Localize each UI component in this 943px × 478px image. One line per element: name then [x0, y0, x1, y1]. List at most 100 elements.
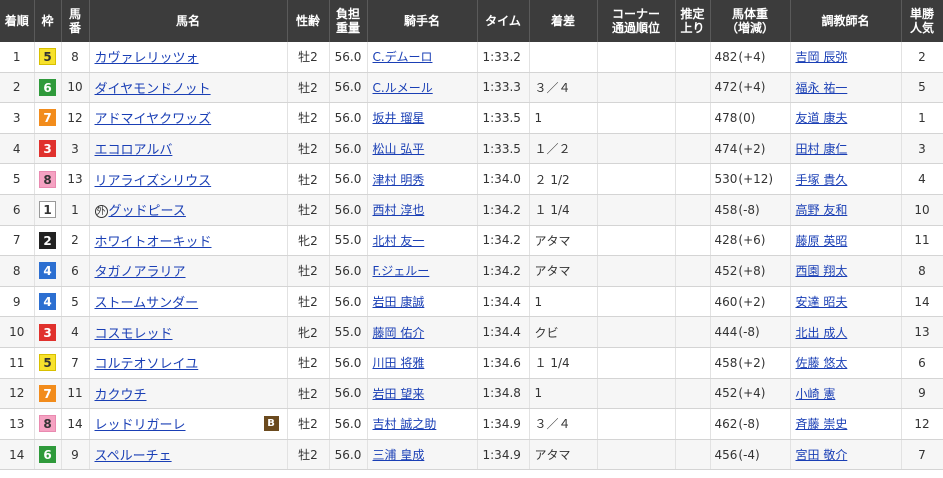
trainer-link[interactable]: 小崎 憲 — [796, 387, 836, 401]
jockey-link[interactable]: 藤岡 佑介 — [373, 326, 425, 340]
jockey-cell: C.ルメール — [367, 72, 478, 104]
horse-name-link[interactable]: ダイヤモンドノット — [95, 82, 211, 97]
jockey-cell: 藤岡 佑介 — [367, 316, 478, 348]
jockey-link[interactable]: C.デムーロ — [373, 50, 433, 64]
horse-name-link[interactable]: アドマイヤクワッズ — [95, 112, 212, 127]
trainer-link[interactable]: 北出 成人 — [796, 326, 848, 340]
weight-cell: 56.0 — [329, 194, 368, 226]
rank-cell: 2 — [0, 72, 35, 104]
trainer-link[interactable]: 藤原 英昭 — [796, 234, 848, 248]
horse-name-link[interactable]: エコロアルバ — [95, 143, 173, 158]
header-horse-name: 馬名 — [89, 0, 288, 42]
umaban-cell: 14 — [61, 408, 90, 440]
body-weight-cell: 444 (-8) — [710, 316, 791, 348]
horse-name-link[interactable]: タガノアラリア — [95, 265, 186, 280]
margin-cell: クビ — [529, 316, 598, 348]
trainer-link[interactable]: 福永 祐一 — [796, 81, 848, 95]
header-corner: コーナー 通過順位 — [597, 0, 676, 42]
waku-cell: 2 — [34, 225, 62, 257]
trainer-link[interactable]: 高野 友和 — [796, 203, 848, 217]
jockey-link[interactable]: F.ジェルー — [373, 264, 430, 278]
margin-cell: アタマ — [529, 225, 598, 257]
trainer-cell: 吉岡 辰弥 — [790, 42, 902, 73]
horse-name-cell: エコロアルバ — [89, 133, 288, 165]
last3f-cell — [675, 102, 711, 134]
trainer-link[interactable]: 宮田 敬介 — [796, 448, 848, 462]
trainer-link[interactable]: 田村 康仁 — [796, 142, 848, 156]
horse-name-link[interactable]: コスモレッド — [95, 327, 173, 342]
jockey-link[interactable]: 岩田 望来 — [373, 387, 425, 401]
jockey-link[interactable]: 吉村 誠之助 — [373, 417, 437, 431]
trainer-link[interactable]: 手塚 貴久 — [796, 173, 848, 187]
body-weight-cell: 472 (+4) — [710, 72, 791, 104]
body-weight-cell: 460 (+2) — [710, 286, 791, 318]
table-row: 8 4 6 タガノアラリア 牡2 56.0 F.ジェルー 1:34.2 アタマ 452 (+8) 西園… — [0, 255, 943, 287]
weight-cell: 56.0 — [329, 439, 368, 471]
horse-name-link[interactable]: ホワイトオーキッド — [95, 235, 212, 250]
sex-age-cell: 牡2 — [287, 72, 330, 104]
time-cell: 1:34.9 — [477, 408, 530, 440]
jockey-link[interactable]: 西村 淳也 — [373, 203, 425, 217]
last3f-cell — [675, 133, 711, 165]
trainer-link[interactable]: 安達 昭夫 — [796, 295, 848, 309]
waku-badge: 6 — [39, 446, 56, 464]
horse-name-link[interactable]: リアライズシリウス — [95, 174, 212, 189]
horse-name-link[interactable]: スペルーチェ — [95, 449, 172, 464]
umaban-cell: 10 — [61, 72, 90, 104]
sex-age-cell: 牡2 — [287, 378, 330, 410]
jockey-cell: 北村 友一 — [367, 225, 478, 257]
trainer-link[interactable]: 吉岡 辰弥 — [796, 50, 848, 64]
horse-name-link[interactable]: レッドリガーレ — [95, 418, 186, 433]
trainer-link[interactable]: 友道 康夫 — [796, 111, 848, 125]
body-weight-cell: 456 (-4) — [710, 439, 791, 471]
horse-name-link[interactable]: ストームサンダー — [95, 296, 199, 311]
table-row: 3 7 12 アドマイヤクワッズ 牡2 56.0 坂井 瑠星 1:33.5 1 478 (0) 友道 … — [0, 102, 943, 134]
umaban-cell: 5 — [61, 286, 90, 318]
umaban-cell: 7 — [61, 347, 90, 379]
jockey-link[interactable]: 津村 明秀 — [373, 173, 425, 187]
body-weight-cell: 482 (+4) — [710, 42, 791, 73]
trainer-cell: 北出 成人 — [790, 316, 902, 348]
corner-cell — [597, 133, 676, 165]
jockey-link[interactable]: 岩田 康誠 — [373, 295, 425, 309]
jockey-link[interactable]: 松山 弘平 — [373, 142, 425, 156]
table-row: 13 8 14 レッドリガーレ B 牡2 56.0 吉村 誠之助 1:34.9 ３／４ 462 (-8… — [0, 408, 943, 440]
jockey-link[interactable]: C.ルメール — [373, 81, 433, 95]
trainer-link[interactable]: 佐藤 悠太 — [796, 356, 848, 370]
last3f-cell — [675, 225, 711, 257]
sex-age-cell: 牝2 — [287, 225, 330, 257]
corner-cell — [597, 42, 676, 73]
popularity-cell: 14 — [901, 286, 943, 318]
weight-cell: 56.0 — [329, 378, 368, 410]
rank-cell: 14 — [0, 439, 35, 471]
horse-name-link[interactable]: コルテオソレイユ — [95, 357, 199, 372]
body-weight-value: 474 — [714, 141, 738, 156]
horse-name-link[interactable]: カヴァレリッツォ — [95, 51, 199, 66]
jockey-cell: 岩田 望来 — [367, 378, 478, 410]
weight-cell: 56.0 — [329, 102, 368, 134]
jockey-link[interactable]: 北村 友一 — [373, 234, 425, 248]
sex-age-cell: 牡2 — [287, 133, 330, 165]
horse-name-link[interactable]: グッドピース — [109, 204, 186, 219]
jockey-link[interactable]: 三浦 皇成 — [373, 448, 425, 462]
last3f-cell — [675, 42, 711, 73]
jockey-link[interactable]: 坂井 瑠星 — [373, 111, 425, 125]
body-weight-cell: 474 (+2) — [710, 133, 791, 165]
corner-cell — [597, 408, 676, 440]
rank-cell: 3 — [0, 102, 35, 134]
body-weight-diff: (+4) — [738, 80, 766, 95]
horse-name-cell: ホワイトオーキッド — [89, 225, 288, 257]
trainer-link[interactable]: 西園 翔太 — [796, 264, 848, 278]
jockey-link[interactable]: 川田 将雅 — [373, 356, 425, 370]
rank-cell: 8 — [0, 255, 35, 287]
waku-cell: 5 — [34, 347, 62, 379]
table-row: 10 3 4 コスモレッド 牝2 55.0 藤岡 佑介 1:34.4 クビ 444 (-8) 北出 成… — [0, 316, 943, 348]
popularity-cell: 6 — [901, 347, 943, 379]
sex-age-cell: 牡2 — [287, 102, 330, 134]
horse-name-cell: カヴァレリッツォ — [89, 42, 288, 73]
horse-name-link[interactable]: カクウチ — [95, 388, 147, 403]
trainer-link[interactable]: 斉藤 崇史 — [796, 417, 848, 431]
rank-cell: 6 — [0, 194, 35, 226]
waku-badge: 2 — [39, 231, 56, 249]
trainer-cell: 藤原 英昭 — [790, 225, 902, 257]
